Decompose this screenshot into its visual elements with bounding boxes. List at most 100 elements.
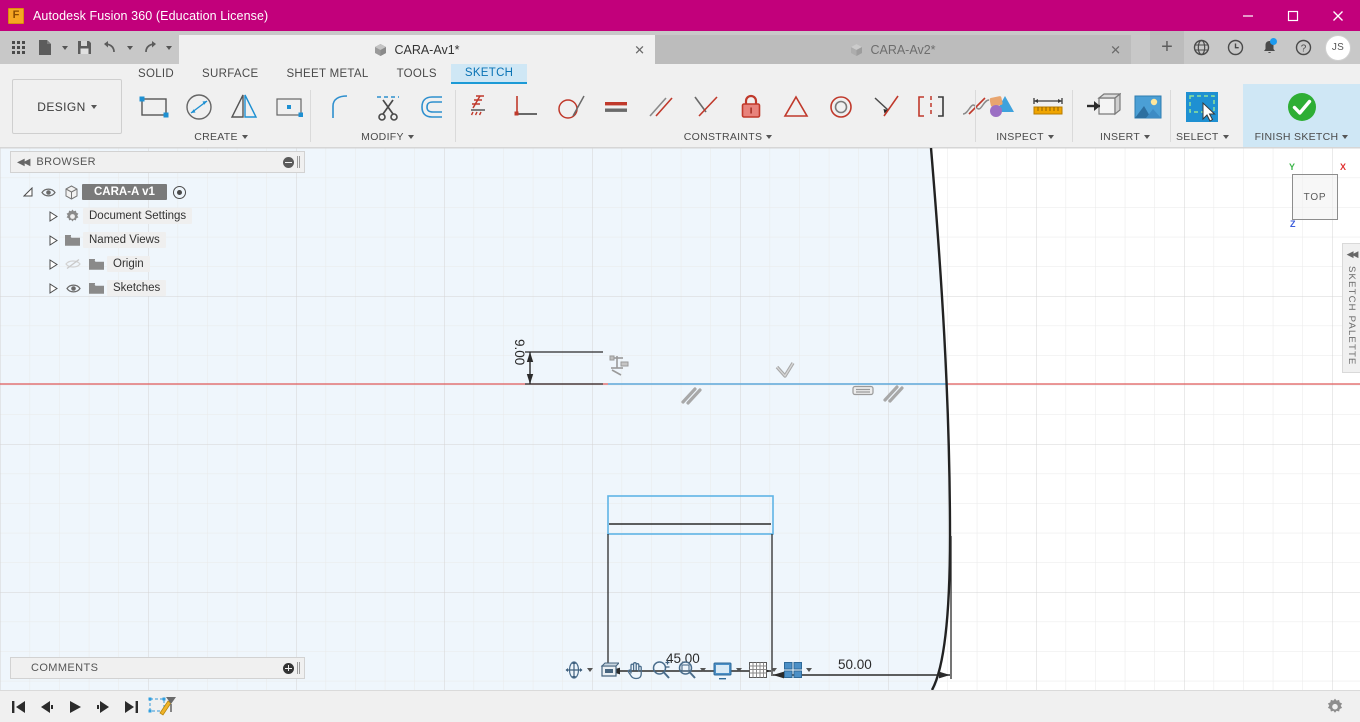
grid-snap-icon[interactable] — [745, 657, 771, 683]
panel-insert-label[interactable]: INSERT — [1100, 130, 1151, 144]
panel-finish-sketch-label[interactable]: FINISH SKETCH — [1255, 130, 1349, 144]
rectangle-icon[interactable] — [131, 85, 176, 129]
ribbon-tab-sheet-metal[interactable]: SHEET METAL — [272, 64, 382, 84]
document-tab-1-close-icon[interactable]: ✕ — [634, 43, 645, 56]
minimize-button[interactable] — [1225, 0, 1270, 31]
panel-create-label[interactable]: CREATE — [194, 130, 248, 144]
midpoint-icon[interactable] — [773, 85, 818, 129]
new-document-tab-button[interactable]: + — [1150, 31, 1184, 64]
ellipse-icon[interactable] — [176, 85, 221, 129]
document-tab-1[interactable]: CARA-Av1* ✕ — [179, 35, 655, 64]
recent-icon[interactable] — [1218, 31, 1252, 64]
browser-drag-handle[interactable] — [297, 156, 300, 168]
panel-constraints-label[interactable]: CONSTRAINTS — [684, 130, 773, 144]
constraint-parallel-icon[interactable] — [681, 386, 703, 411]
fix-ground-icon[interactable] — [458, 85, 503, 129]
visibility-eye-icon[interactable] — [61, 283, 85, 294]
fix-lock-icon[interactable] — [728, 85, 773, 129]
design-canvas[interactable]: 45.00 50.00 9.00 ◀◀ BROWSER CARA-A v1 Do… — [0, 148, 1360, 690]
tree-item-document-settings[interactable]: Document Settings — [20, 204, 305, 228]
ribbon-tab-surface[interactable]: SURFACE — [188, 64, 272, 84]
offset-icon[interactable] — [410, 85, 455, 129]
sketch-palette-tab[interactable]: ◀◀ SKETCH PALETTE — [1342, 243, 1360, 373]
viewports-caret-icon[interactable] — [806, 668, 815, 672]
ribbon-tab-tools[interactable]: TOOLS — [383, 64, 451, 84]
viewports-icon[interactable] — [780, 657, 806, 683]
browser-collapse-icon[interactable]: ◀◀ — [17, 157, 30, 168]
view-cube[interactable]: TOP Y X Z — [1289, 162, 1346, 229]
sketch-palette-expand-icon[interactable]: ◀◀ — [1347, 249, 1359, 260]
display-settings-caret-icon[interactable] — [736, 668, 745, 672]
collinear-icon[interactable] — [863, 85, 908, 129]
go-to-beginning-icon[interactable] — [6, 694, 32, 720]
constraint-parallel-2-icon[interactable] — [883, 384, 905, 409]
tree-expand-arrow-icon[interactable] — [45, 210, 61, 222]
tree-expand-arrow-icon[interactable] — [20, 187, 36, 197]
activate-component-radio[interactable] — [172, 185, 186, 199]
dimension-text-9[interactable]: 9.00 — [512, 339, 527, 365]
new-file-caret-icon[interactable] — [58, 35, 71, 61]
tree-item-named-views[interactable]: Named Views — [20, 228, 305, 252]
globe-icon[interactable] — [1184, 31, 1218, 64]
app-grid-icon[interactable] — [6, 35, 32, 61]
go-to-end-icon[interactable] — [118, 694, 144, 720]
tree-item-cara-a-v1[interactable]: CARA-A v1 — [20, 180, 305, 204]
step-back-icon[interactable] — [34, 694, 60, 720]
grid-snap-caret-icon[interactable] — [771, 668, 780, 672]
close-button[interactable] — [1315, 0, 1360, 31]
undo-caret-icon[interactable] — [123, 35, 136, 61]
finish-check-icon[interactable] — [1243, 85, 1360, 129]
visibility-eye-icon[interactable] — [36, 187, 60, 198]
constraint-fix-icon[interactable] — [608, 354, 632, 385]
orbit-icon[interactable] — [561, 657, 587, 683]
parallel-icon[interactable] — [638, 85, 683, 129]
visibility-eye-off-icon[interactable] — [61, 258, 85, 270]
redo-caret-icon[interactable] — [162, 35, 175, 61]
select-window-icon[interactable] — [1180, 85, 1225, 129]
zoom-window-icon[interactable] — [674, 657, 700, 683]
zoom-window-caret-icon[interactable] — [700, 668, 709, 672]
panel-inspect-label[interactable]: INSPECT — [996, 130, 1054, 144]
document-tab-2[interactable]: CARA-Av2* ✕ — [655, 35, 1131, 64]
ribbon-tab-solid[interactable]: SOLID — [124, 64, 188, 84]
new-file-icon[interactable] — [32, 35, 58, 61]
zoom-icon[interactable] — [648, 657, 674, 683]
user-avatar[interactable]: JS — [1325, 34, 1351, 61]
panel-modify-label[interactable]: MODIFY — [361, 130, 414, 144]
play-icon[interactable] — [62, 694, 88, 720]
workspace-selector[interactable]: DESIGN — [12, 79, 122, 134]
tree-expand-arrow-icon[interactable] — [45, 258, 61, 270]
constraint-perpendicular-icon[interactable] — [774, 360, 796, 387]
help-icon[interactable]: ? — [1286, 31, 1320, 64]
redo-icon[interactable] — [136, 35, 162, 61]
insert-derive-icon[interactable] — [1080, 85, 1125, 129]
ribbon-tab-sketch[interactable]: SKETCH — [450, 64, 528, 84]
measure-icon[interactable] — [1025, 85, 1070, 129]
symmetry-icon[interactable] — [908, 85, 953, 129]
step-forward-icon[interactable] — [90, 694, 116, 720]
display-settings-icon[interactable] — [709, 657, 736, 683]
inspect-shapes-icon[interactable] — [980, 85, 1025, 129]
constraint-equal-icon[interactable] — [852, 384, 874, 403]
gear-icon[interactable] — [1322, 694, 1348, 720]
comments-drag-handle[interactable] — [297, 662, 300, 674]
mirror-icon[interactable] — [221, 85, 266, 129]
pan-hand-icon[interactable] — [622, 657, 648, 683]
fillet-icon[interactable] — [320, 85, 365, 129]
tangent-icon[interactable] — [548, 85, 593, 129]
tree-item-sketches[interactable]: Sketches — [20, 276, 305, 300]
save-icon[interactable] — [71, 35, 97, 61]
orbit-caret-icon[interactable] — [587, 668, 596, 672]
trim-scissors-icon[interactable] — [365, 85, 410, 129]
sketch-feature-icon[interactable] — [146, 694, 180, 720]
panel-finish-sketch[interactable]: FINISH SKETCH — [1243, 84, 1360, 147]
view-cube-face-top[interactable]: TOP — [1292, 174, 1338, 220]
tree-item-origin[interactable]: Origin — [20, 252, 305, 276]
vertical-horizontal-icon[interactable] — [503, 85, 548, 129]
browser-collapse-all-icon[interactable] — [283, 156, 294, 168]
maximize-button[interactable] — [1270, 0, 1315, 31]
document-tab-2-close-icon[interactable]: ✕ — [1110, 43, 1121, 56]
tree-expand-arrow-icon[interactable] — [45, 282, 61, 294]
point-icon[interactable] — [266, 85, 311, 129]
add-comment-icon[interactable] — [283, 662, 294, 674]
